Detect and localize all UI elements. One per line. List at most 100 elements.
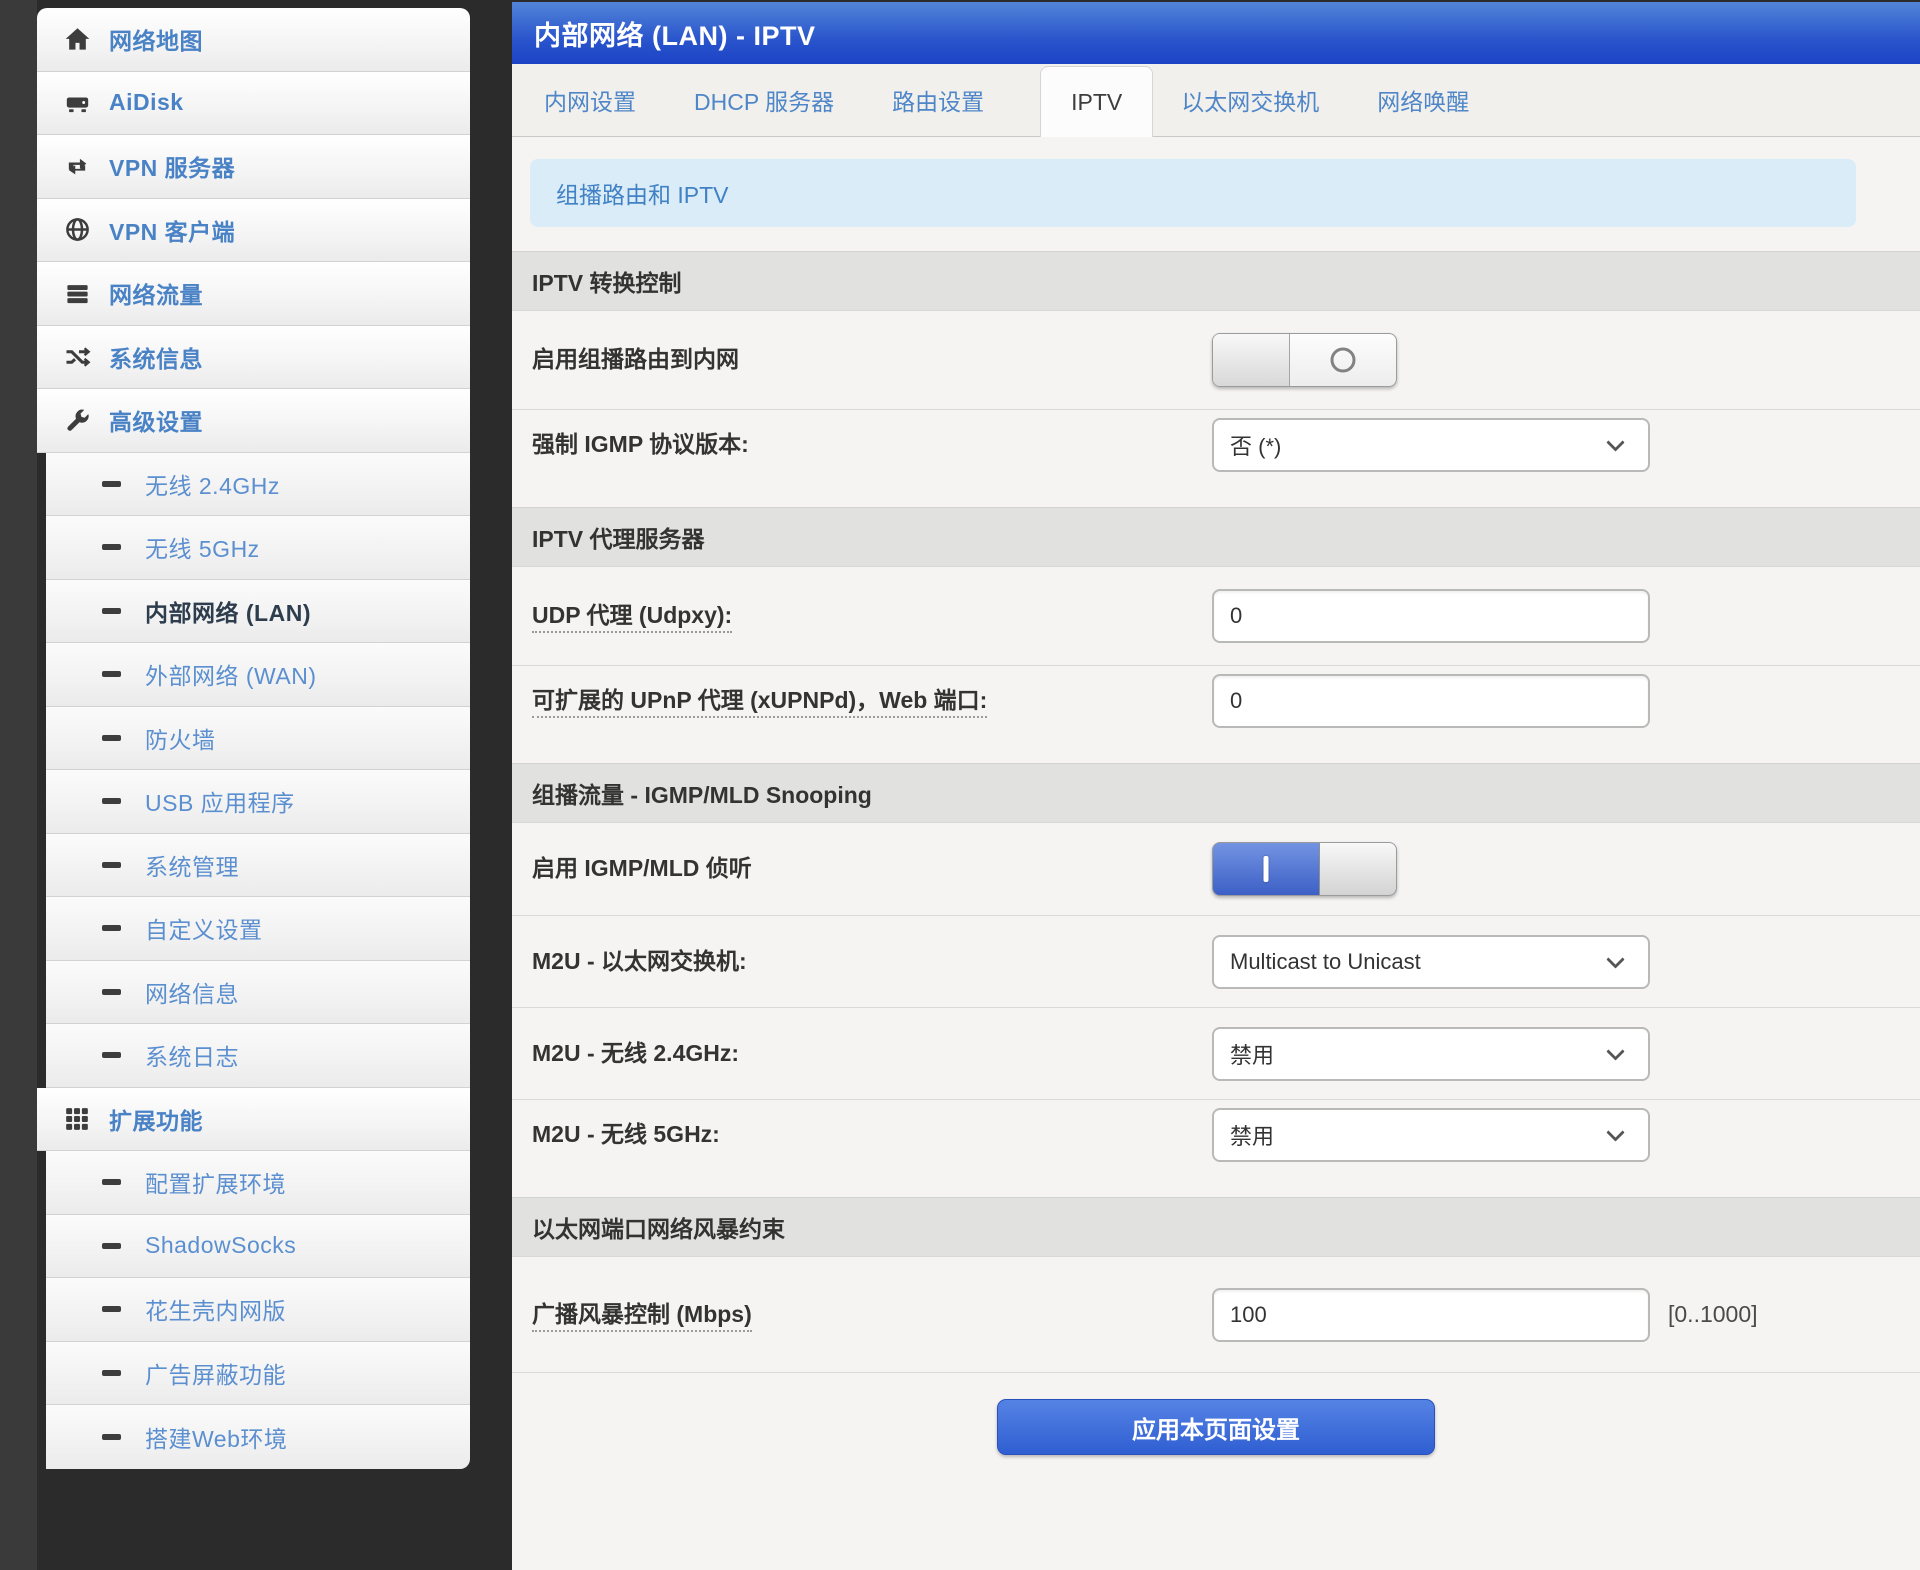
- tab-routing[interactable]: 路由设置: [892, 64, 984, 136]
- sidebar-item-network-info[interactable]: 网络信息: [46, 961, 470, 1025]
- sidebar-item-config-ext-env[interactable]: 配置扩展环境: [46, 1151, 470, 1215]
- sidebar-item-label: 自定义设置: [145, 911, 263, 945]
- section-title: IPTV 转换控制: [532, 264, 682, 298]
- sidebar-item-label: ShadowSocks: [145, 1232, 296, 1259]
- udp-proxy-input[interactable]: [1212, 589, 1650, 643]
- tab-wake-on-lan[interactable]: 网络唤醒: [1377, 64, 1469, 136]
- sidebar-item-label: 网络流量: [109, 276, 203, 310]
- dash-icon: [102, 1052, 121, 1058]
- sidebar-item-network-traffic[interactable]: 网络流量: [37, 262, 470, 326]
- row-udp-proxy: UDP 代理 (Udpxy):: [512, 567, 1920, 665]
- tab-ethernet-switch[interactable]: 以太网交换机: [1181, 64, 1319, 136]
- sidebar-item-label: 内部网络 (LAN): [145, 594, 311, 628]
- home-icon: [61, 26, 93, 53]
- sidebar-item-aidisk[interactable]: AiDisk: [37, 72, 470, 136]
- dash-icon: [102, 1179, 121, 1185]
- m2u-wireless-24-select[interactable]: 禁用: [1212, 1027, 1650, 1081]
- sidebar-item-network-map[interactable]: 网络地图: [37, 8, 470, 72]
- sidebar-item-usb-apps[interactable]: USB 应用程序: [46, 770, 470, 834]
- toggle-off-mark: [1330, 348, 1355, 373]
- chevron-down-icon: [1606, 433, 1624, 451]
- dash-icon: [102, 608, 121, 614]
- grid-icon: [61, 1106, 93, 1132]
- sidebar-item-wireless-5ghz[interactable]: 无线 5GHz: [46, 516, 470, 580]
- sidebar: 网络地图 AiDisk VPN 服务器 VPN 客户端 网络流量 系统信息: [37, 8, 470, 1469]
- dash-icon: [102, 1370, 121, 1376]
- tab-label: 内网设置: [544, 83, 636, 117]
- xupnpd-port-input[interactable]: [1212, 674, 1650, 728]
- field-label: 强制 IGMP 协议版本:: [532, 429, 1212, 460]
- multicast-routing-toggle[interactable]: [1212, 333, 1397, 387]
- sidebar-item-label: 防火墙: [145, 721, 216, 755]
- sidebar-item-ad-block[interactable]: 广告屏蔽功能: [46, 1342, 470, 1406]
- dash-icon: [102, 989, 121, 995]
- sidebar-item-shadowsocks[interactable]: ShadowSocks: [46, 1215, 470, 1279]
- section-title: 以太网端口网络风暴约束: [532, 1210, 785, 1244]
- wrench-icon: [61, 407, 93, 434]
- sidebar-item-label: 高级设置: [109, 403, 203, 437]
- info-banner: 组播路由和 IPTV: [530, 159, 1856, 227]
- row-m2u-wireless-5: M2U - 无线 5GHz: 禁用: [512, 1099, 1920, 1197]
- dash-icon: [102, 671, 121, 677]
- retweet-icon: [61, 152, 93, 180]
- sidebar-item-label: 扩展功能: [109, 1102, 203, 1136]
- toggle-on-mark: [1264, 856, 1269, 882]
- sidebar-item-advanced-settings[interactable]: 高级设置: [37, 389, 470, 453]
- tab-label: 网络唤醒: [1377, 83, 1469, 117]
- row-storm-control: 广播风暴控制 (Mbps) [0..1000]: [512, 1257, 1920, 1373]
- m2u-wireless-5-select[interactable]: 禁用: [1212, 1108, 1650, 1162]
- page-title: 内部网络 (LAN) - IPTV: [534, 14, 815, 53]
- section-title: IPTV 代理服务器: [532, 520, 705, 554]
- sidebar-item-firewall[interactable]: 防火墙: [46, 707, 470, 771]
- tab-label: 路由设置: [892, 83, 984, 117]
- select-value: 禁用: [1230, 1038, 1274, 1070]
- igmp-version-select[interactable]: 否 (*): [1212, 418, 1650, 472]
- sidebar-item-custom-settings[interactable]: 自定义设置: [46, 897, 470, 961]
- sidebar-item-vpn-server[interactable]: VPN 服务器: [37, 135, 470, 199]
- dash-icon: [102, 544, 121, 550]
- sidebar-item-lan[interactable]: 内部网络 (LAN): [46, 580, 470, 644]
- storm-control-input[interactable]: [1212, 1288, 1650, 1342]
- globe-icon: [61, 216, 93, 243]
- sidebar-item-wan[interactable]: 外部网络 (WAN): [46, 643, 470, 707]
- tab-lan-settings[interactable]: 内网设置: [544, 64, 636, 136]
- sidebar-item-extensions[interactable]: 扩展功能: [37, 1088, 470, 1152]
- sidebar-item-system-log[interactable]: 系统日志: [46, 1024, 470, 1088]
- igmp-snooping-toggle[interactable]: [1212, 842, 1397, 896]
- dash-icon: [102, 1243, 121, 1249]
- dash-icon: [102, 925, 121, 931]
- page-header: 内部网络 (LAN) - IPTV: [512, 2, 1920, 64]
- sidebar-item-label: VPN 客户端: [109, 213, 235, 247]
- sidebar-item-label: 系统信息: [109, 340, 203, 374]
- tab-dhcp-server[interactable]: DHCP 服务器: [694, 64, 834, 136]
- sidebar-item-oray-peanut[interactable]: 花生壳内网版: [46, 1278, 470, 1342]
- sidebar-item-system-admin[interactable]: 系统管理: [46, 834, 470, 898]
- sidebar-item-label: 配置扩展环境: [145, 1165, 286, 1199]
- info-banner-wrap: 组播路由和 IPTV: [512, 137, 1920, 251]
- sidebar-item-label: 网络地图: [109, 22, 203, 56]
- section-header-igmp-snooping: 组播流量 - IGMP/MLD Snooping: [512, 763, 1920, 823]
- apply-settings-button[interactable]: 应用本页面设置: [997, 1399, 1435, 1455]
- row-force-igmp-version: 强制 IGMP 协议版本: 否 (*): [512, 409, 1920, 507]
- sidebar-item-label: AiDisk: [109, 89, 184, 116]
- sidebar-item-label: VPN 服务器: [109, 149, 235, 183]
- sidebar-item-system-info[interactable]: 系统信息: [37, 326, 470, 390]
- select-value: 禁用: [1230, 1119, 1274, 1151]
- hard-drive-icon: [61, 89, 93, 116]
- m2u-ethernet-select[interactable]: Multicast to Unicast: [1212, 935, 1650, 989]
- sidebar-item-vpn-client[interactable]: VPN 客户端: [37, 199, 470, 263]
- row-xupnpd: 可扩展的 UPnP 代理 (xUPNPd)，Web 端口:: [512, 665, 1920, 763]
- field-label: 启用 IGMP/MLD 侦听: [532, 853, 1212, 884]
- sidebar-item-label: 无线 2.4GHz: [145, 467, 280, 501]
- tab-iptv[interactable]: IPTV: [1040, 66, 1153, 137]
- chevron-down-icon: [1606, 1123, 1624, 1141]
- field-label: M2U - 无线 2.4GHz:: [532, 1038, 1212, 1069]
- sidebar-item-web-env[interactable]: 搭建Web环境: [46, 1405, 470, 1469]
- dash-icon: [102, 735, 121, 741]
- sidebar-item-label: 广告屏蔽功能: [145, 1356, 286, 1390]
- section-header-storm-control: 以太网端口网络风暴约束: [512, 1197, 1920, 1257]
- sidebar-item-wireless-24ghz[interactable]: 无线 2.4GHz: [46, 453, 470, 517]
- tab-label: IPTV: [1071, 89, 1122, 116]
- tab-label: DHCP 服务器: [694, 83, 834, 117]
- field-label: M2U - 无线 5GHz:: [532, 1119, 1212, 1150]
